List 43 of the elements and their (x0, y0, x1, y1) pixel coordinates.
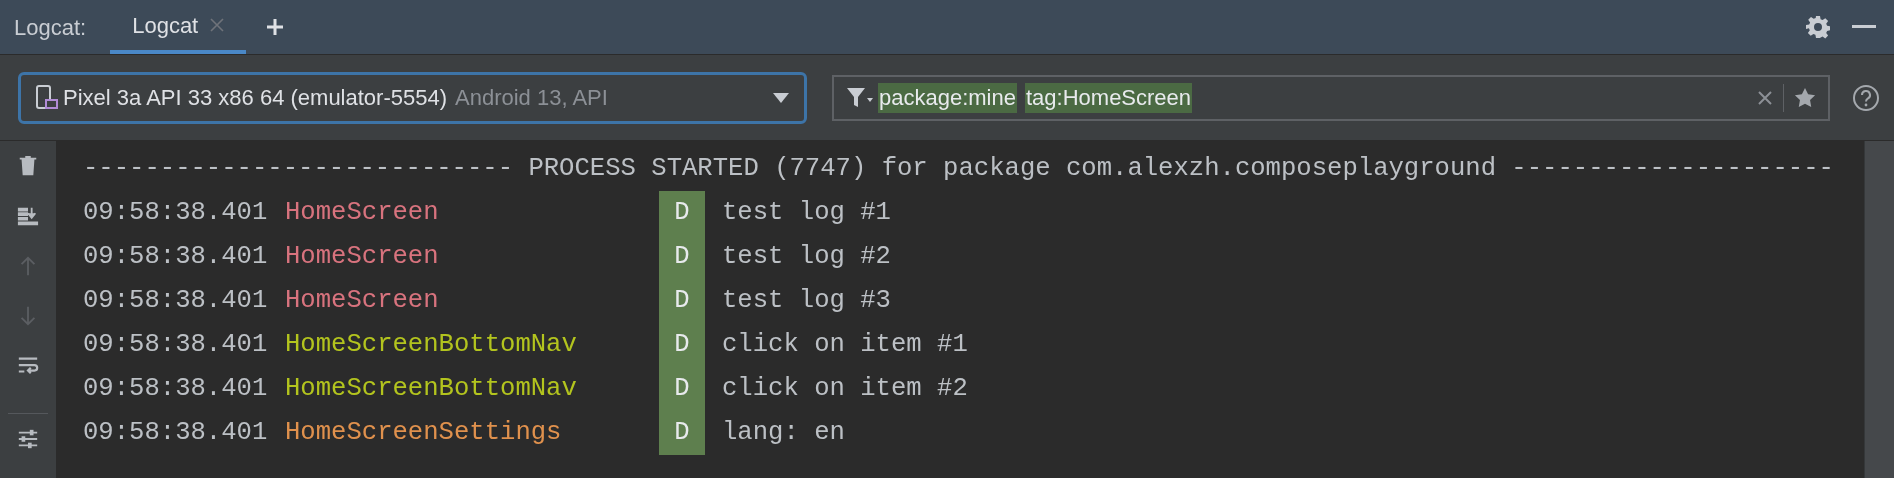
log-tag: HomeScreen (285, 279, 659, 323)
timestamp: 09:58:38.401 (83, 329, 269, 361)
log-message: test log #2 (722, 241, 891, 273)
log-tag: HomeScreenBottomNav (285, 367, 659, 411)
log-level-badge: D (659, 367, 705, 411)
process-started-line: ---------------------------- PROCESS STARTED (7747) for package com.alexzh.composeplayground --------------------- (83, 153, 1835, 185)
scroll-to-end-icon[interactable] (16, 205, 40, 228)
settings-icon[interactable] (1806, 15, 1830, 39)
help-icon[interactable] (1852, 83, 1880, 112)
plus-icon (265, 17, 286, 37)
dropdown-caret-icon (772, 91, 790, 104)
log-message: test log #1 (722, 197, 891, 229)
log-message: click on item #1 (722, 329, 968, 361)
filter-token: package:mine (878, 82, 1017, 113)
filter-icon[interactable] (846, 85, 874, 110)
tab[interactable]: Logcat (110, 0, 247, 54)
log-message: click on item #2 (722, 373, 968, 405)
log-tag: HomeScreenBottomNav (285, 323, 659, 367)
log-level-badge: D (659, 323, 705, 367)
log-level-badge: D (659, 191, 705, 235)
panel-title: Logcat: (14, 13, 87, 42)
timestamp: 09:58:38.401 (83, 241, 269, 273)
timestamp: 09:58:38.401 (83, 285, 269, 317)
star-icon[interactable] (1794, 86, 1816, 109)
clear-icon[interactable] (1757, 89, 1773, 106)
timestamp: 09:58:38.401 (83, 373, 269, 405)
log-level-badge: D (659, 235, 705, 279)
device-dropdown[interactable]: Pixel 3a API 33 x86 64 (emulator-5554) Android 13, API (18, 71, 807, 124)
timestamp: 09:58:38.401 (83, 417, 269, 449)
log-tag: HomeScreenSettings (285, 411, 659, 455)
log-message: test log #3 (722, 285, 891, 317)
filter-token: tag:HomeScreen (1025, 82, 1193, 113)
log-tag: HomeScreen (285, 191, 659, 235)
sliders-icon[interactable] (16, 428, 40, 450)
device-icon (35, 83, 59, 112)
log-tag: HomeScreen (285, 235, 659, 279)
log-level-badge: D (659, 411, 705, 455)
timestamp: 09:58:38.401 (83, 197, 269, 229)
scrollbar[interactable] (1864, 141, 1894, 478)
log-message: lang: en (722, 417, 845, 449)
minimize-icon[interactable] (1852, 25, 1876, 29)
log-level-badge: D (659, 279, 705, 323)
filter-field[interactable]: package:mine tag:HomeScreen (832, 74, 1830, 121)
